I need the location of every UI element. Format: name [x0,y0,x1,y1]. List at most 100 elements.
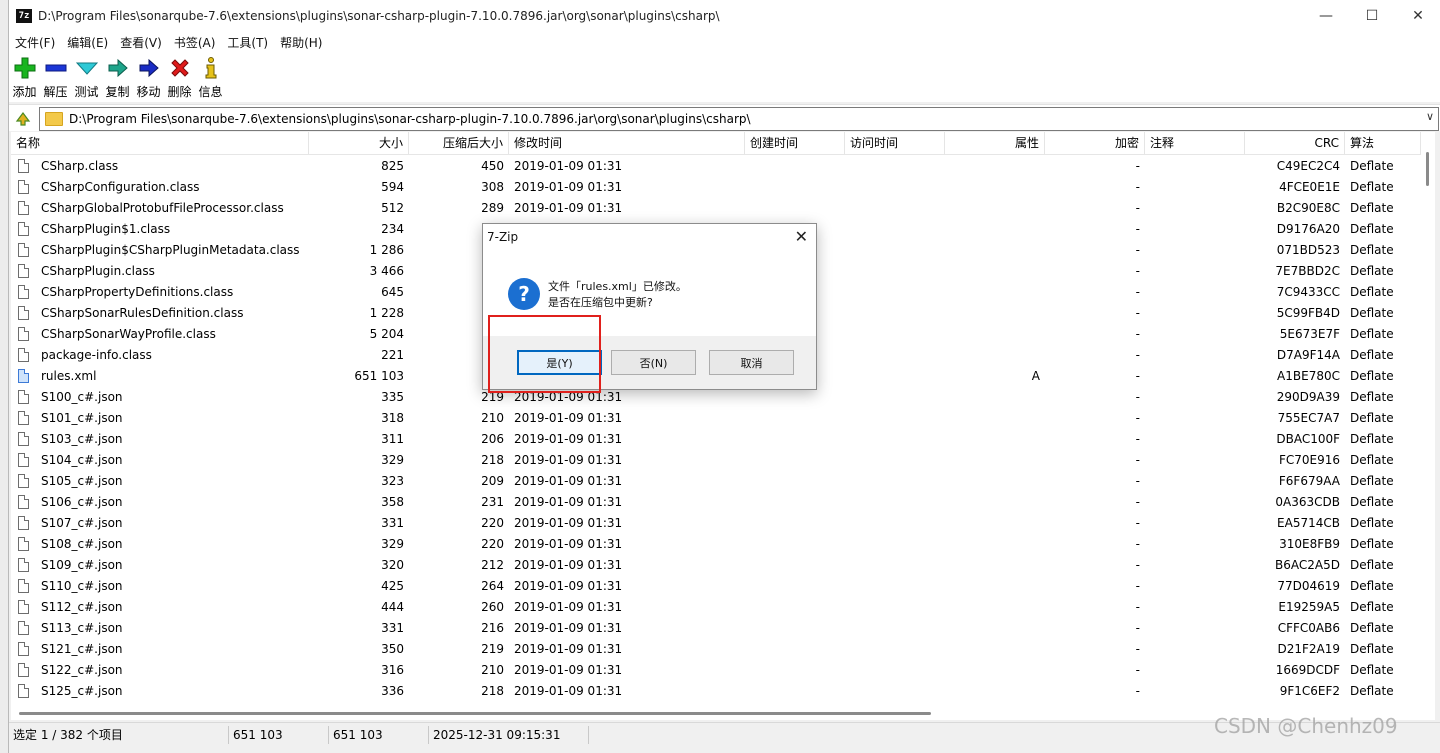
test-label: 测试 [74,85,99,99]
title-bar[interactable]: 7z D:\Program Files\sonarqube-7.6\extens… [9,0,1440,32]
table-row[interactable]: S107_c#.json 331 220 2019-01-09 01:31 - EA571… [11,513,1421,534]
cell-packed: 218 [481,453,504,467]
column-method[interactable]: 算法 [1345,132,1421,154]
chevron-down-icon[interactable]: ∨ [1426,110,1434,123]
cell-method: Deflate [1350,306,1394,320]
maximize-button[interactable]: ☐ [1349,0,1395,32]
table-row[interactable]: S108_c#.json 329 220 2019-01-09 01:31 - 310E8… [11,534,1421,555]
dialog-message-line2: 是否在压缩包中更新? [548,296,653,309]
table-row[interactable]: S113_c#.json 331 216 2019-01-09 01:31 - CFFC0… [11,618,1421,639]
vertical-scrollbar[interactable] [1421,146,1435,706]
path-text: D:\Program Files\sonarqube-7.6\extension… [69,112,751,126]
table-row[interactable]: CSharp.class 825 450 2019-01-09 01:31 - C49EC… [11,156,1421,177]
table-row[interactable]: S122_c#.json 316 210 2019-01-09 01:31 - 1669D… [11,660,1421,681]
cell-method: Deflate [1350,642,1394,656]
file-icon [18,474,29,488]
cell-name: S103_c#.json [41,432,123,446]
cancel-button[interactable]: 取消 [709,350,794,375]
cell-name: CSharpGlobalProtobufFileProcessor.class [41,201,284,215]
path-input[interactable]: D:\Program Files\sonarqube-7.6\extension… [39,107,1439,131]
column-accessed[interactable]: 访问时间 [845,132,945,154]
column-created[interactable]: 创建时间 [745,132,845,154]
minimize-button[interactable]: — [1303,0,1349,32]
table-row[interactable]: S104_c#.json 329 218 2019-01-09 01:31 - FC70E… [11,450,1421,471]
column-packed-size[interactable]: 压缩后大小 [409,132,509,154]
cell-attributes [945,408,1045,429]
cell-crc: 0A363CDB [1275,495,1340,509]
menu-bookmarks[interactable]: 书签(A) [168,34,222,51]
cell-method: Deflate [1350,684,1394,698]
move-button[interactable]: 移动 [133,52,164,102]
table-row[interactable]: S109_c#.json 320 212 2019-01-09 01:31 - B6AC2… [11,555,1421,576]
cell-modified: 2019-01-09 01:31 [514,663,623,677]
extract-button[interactable]: 解压 [40,52,71,102]
move-label: 移动 [136,85,161,99]
info-icon [199,56,223,80]
cell-packed: 260 [481,600,504,614]
cell-crc: 1669DCDF [1275,663,1340,677]
cell-size: 1 286 [369,243,404,257]
column-name[interactable]: 名称 [11,132,309,154]
table-row[interactable]: S105_c#.json 323 209 2019-01-09 01:31 - F6F67… [11,471,1421,492]
cell-method: Deflate [1350,369,1394,383]
menu-help[interactable]: 帮助(H) [274,34,328,51]
file-icon [18,642,29,656]
cell-name: package-info.class [41,348,152,362]
cell-encrypted: - [1135,180,1140,194]
horizontal-scroll-thumb[interactable] [19,712,931,715]
file-icon [18,222,29,236]
cell-size: 335 [381,390,404,404]
table-row[interactable]: S125_c#.json 336 218 2019-01-09 01:31 - 9F1C6… [11,681,1421,702]
column-attributes[interactable]: 属性 [945,132,1045,154]
close-window-button[interactable]: ✕ [1395,0,1440,32]
cell-crc: 9F1C6EF2 [1279,684,1340,698]
dialog-close-icon[interactable]: ✕ [795,227,808,246]
file-icon [18,390,29,404]
file-icon [18,306,29,320]
table-row[interactable]: CSharpGlobalProtobufFileProcessor.class 5… [11,198,1421,219]
cell-size: 323 [381,474,404,488]
up-folder-button[interactable] [11,106,35,130]
table-row[interactable]: S112_c#.json 444 260 2019-01-09 01:31 - E1925… [11,597,1421,618]
add-label: 添加 [12,85,37,99]
file-list[interactable]: 名称 大小 压缩后大小 修改时间 创建时间 访问时间 属性 加密 注释 CRC … [11,132,1435,708]
cell-method: Deflate [1350,579,1394,593]
cell-crc: 310E8FB9 [1279,537,1340,551]
table-row[interactable]: S101_c#.json 318 210 2019-01-09 01:31 - 755EC… [11,408,1421,429]
menu-edit[interactable]: 编辑(E) [61,34,114,51]
table-row[interactable]: S110_c#.json 425 264 2019-01-09 01:31 - 77D04… [11,576,1421,597]
table-row[interactable]: S103_c#.json 311 206 2019-01-09 01:31 - DBAC1… [11,429,1421,450]
test-button[interactable]: 测试 [71,52,102,102]
status-size: 651 103 [229,726,329,744]
cell-modified: 2019-01-09 01:31 [514,159,623,173]
menu-tools[interactable]: 工具(T) [221,34,274,51]
info-button[interactable]: 信息 [195,52,226,102]
add-button[interactable]: 添加 [9,52,40,102]
column-size[interactable]: 大小 [309,132,409,154]
column-comment[interactable]: 注释 [1145,132,1245,154]
delete-button[interactable]: 删除 [164,52,195,102]
column-encrypted[interactable]: 加密 [1045,132,1145,154]
cell-name: S113_c#.json [41,621,123,635]
table-row[interactable]: S100_c#.json 335 219 2019-01-09 01:31-290D9… [11,387,1421,408]
status-selection: 选定 1 / 382 个项目 [9,726,229,744]
column-modified[interactable]: 修改时间 [509,132,745,154]
table-row[interactable]: S106_c#.json 358 231 2019-01-09 01:31 - 0A363… [11,492,1421,513]
vertical-scroll-thumb[interactable] [1426,152,1429,186]
menu-view[interactable]: 查看(V) [114,34,168,51]
cell-encrypted: - [1135,516,1140,530]
file-icon [18,684,29,698]
copy-button[interactable]: 复制 [102,52,133,102]
file-icon [18,516,29,530]
cell-modified: 2019-01-09 01:31 [514,684,623,698]
cell-size: 594 [381,180,404,194]
no-button[interactable]: 否(N) [611,350,696,375]
table-row[interactable]: S121_c#.json 350 219 2019-01-09 01:31 - D21F2… [11,639,1421,660]
menu-file[interactable]: 文件(F) [9,34,61,51]
table-row[interactable]: CSharpConfiguration.class 594 308 2019-01-0… [11,177,1421,198]
cell-name: S125_c#.json [41,684,123,698]
cell-packed: 308 [481,180,504,194]
cell-encrypted: - [1135,264,1140,278]
column-crc[interactable]: CRC [1245,132,1345,154]
cell-modified: 2019-01-09 01:31 [514,411,623,425]
